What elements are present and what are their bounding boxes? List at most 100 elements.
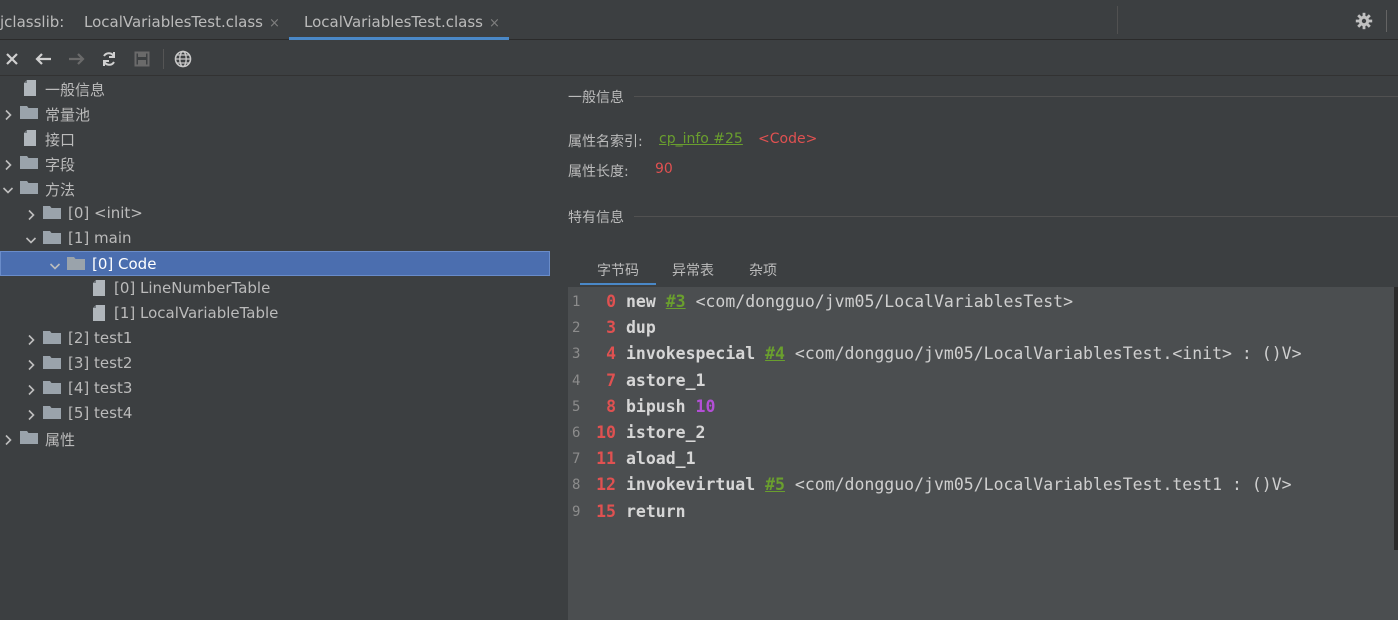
tree-item-0-init[interactable]: [0] <init> — [0, 201, 551, 226]
close-icon[interactable] — [2, 49, 22, 69]
tree-item-label: 字段 — [45, 156, 76, 174]
tree-item-3-test2[interactable]: [3] test2 — [0, 351, 551, 376]
folder-icon — [20, 155, 38, 171]
opcode: aload_1 — [626, 449, 696, 469]
tab-exception-table[interactable]: 异常表 — [672, 255, 714, 285]
bytecode-line: 1 0 new #3 <com/dongguo/jvm05/LocalVariabl… — [568, 289, 1398, 315]
tab-misc[interactable]: 杂项 — [749, 255, 777, 285]
line-number: 8 — [572, 477, 581, 494]
section-divider — [634, 96, 1398, 97]
chevron-right-icon[interactable] — [25, 357, 37, 371]
line-number: 2 — [572, 320, 581, 337]
tree-item-2-test1[interactable]: [2] test1 — [0, 326, 551, 351]
chevron-right-icon[interactable] — [25, 382, 37, 396]
tree-item-常量池[interactable]: 常量池 — [0, 101, 551, 126]
tree-item-label: 常量池 — [45, 106, 91, 124]
folder-icon — [67, 256, 85, 272]
cp-info-link[interactable]: cp_info #25 — [659, 131, 743, 147]
chevron-right-icon[interactable] — [2, 432, 14, 446]
toolbar — [0, 41, 1398, 76]
constant-pool-link[interactable]: #4 — [765, 344, 785, 363]
close-tab-icon[interactable]: × — [489, 16, 500, 31]
bytecode-instruction: istore_2 — [626, 423, 705, 442]
bytecode-instruction: bipush 10 — [626, 397, 715, 416]
tab-class-file-2[interactable]: LocalVariablesTest.class × — [289, 0, 509, 40]
chevron-right-icon[interactable] — [2, 107, 14, 121]
tab-class-file-1[interactable]: LocalVariablesTest.class × — [84, 0, 280, 40]
file-icon — [92, 305, 110, 321]
refresh-icon[interactable] — [99, 49, 119, 69]
opcode: istore_2 — [626, 423, 706, 442]
save-icon[interactable] — [132, 49, 152, 69]
tree-item-label: [2] test1 — [68, 329, 133, 347]
bytecode-instruction: dup — [626, 318, 656, 337]
section-divider — [634, 216, 1398, 217]
tree-item-1-main[interactable]: [1] main — [0, 226, 551, 251]
folder-icon — [43, 405, 61, 421]
bytecode-view[interactable]: 1 0 new #3 <com/dongguo/jvm05/LocalVariabl… — [568, 287, 1398, 620]
chevron-down-icon[interactable] — [2, 182, 14, 194]
constant-reference: <com/dongguo/jvm05/LocalVariablesTest.te… — [794, 475, 1292, 495]
bytecode-instruction: return — [626, 502, 686, 521]
attribute-length-label: 属性长度: — [568, 164, 629, 180]
tree-item-label: [0] LineNumberTable — [114, 279, 271, 297]
gear-icon[interactable] — [1355, 12, 1373, 30]
back-icon[interactable] — [33, 49, 53, 69]
close-tab-icon[interactable]: × — [269, 16, 280, 31]
chevron-right-icon[interactable] — [2, 157, 14, 171]
scrollbar-edge — [1394, 287, 1398, 550]
bytecode-instruction: astore_1 — [626, 371, 705, 390]
opcode: invokespecial — [626, 344, 756, 364]
tree-item-属性[interactable]: 属性 — [0, 426, 551, 451]
constant-reference: <com/dongguo/jvm05/LocalVariablesTest.<i… — [794, 344, 1302, 364]
tree-item-0-code[interactable]: [0] Code — [0, 251, 550, 276]
forward-icon[interactable] — [67, 49, 87, 69]
tree-item-label: [4] test3 — [68, 379, 133, 397]
bytecode-offset: 11 — [596, 449, 616, 469]
tree-item-0-linenumbertable[interactable]: [0] LineNumberTable — [0, 276, 551, 301]
bytecode-line: 8 12 invokevirtual #5 <com/dongguo/jvm05/L… — [568, 472, 1398, 498]
chevron-down-icon[interactable] — [25, 232, 37, 244]
bytecode-line: 5 8 bipush 10 — [568, 394, 1398, 420]
chevron-down-icon[interactable] — [49, 258, 61, 270]
bytecode-line: 4 7 astore_1 — [568, 368, 1398, 394]
bytecode-offset: 15 — [596, 501, 616, 521]
tree-item-4-test3[interactable]: [4] test3 — [0, 376, 551, 401]
chevron-right-icon[interactable] — [25, 207, 37, 221]
tree-item-一般信息[interactable]: 一般信息 — [0, 76, 551, 101]
constant-pool-link[interactable]: #5 — [765, 475, 785, 494]
chevron-right-icon[interactable] — [25, 407, 37, 421]
bytecode-instruction: invokevirtual #5 <com/dongguo/jvm05/Loca… — [626, 475, 1292, 494]
line-number: 6 — [572, 425, 581, 441]
bytecode-line: 6 10 istore_2 — [568, 420, 1398, 446]
bytecode-line: 2 3 dup — [568, 315, 1398, 341]
detail-panel: 一般信息 属性名索引: cp_info #25 <Code> 属性长度: 90 … — [551, 76, 1398, 620]
folder-icon — [43, 380, 61, 396]
line-number: 7 — [572, 451, 581, 468]
toolbar-divider — [163, 49, 164, 69]
bytecode-offset: 7 — [606, 370, 616, 390]
tree-item-label: 接口 — [45, 131, 76, 149]
tree-item-接口[interactable]: 接口 — [0, 126, 551, 151]
tree-item-1-localvariabletable[interactable]: [1] LocalVariableTable — [0, 301, 551, 326]
file-icon — [23, 80, 41, 96]
tree-item-label: 属性 — [45, 431, 76, 449]
line-number: 1 — [572, 294, 581, 310]
tree-item-5-test4[interactable]: [5] test4 — [0, 401, 551, 426]
tab-label: LocalVariablesTest.class — [304, 13, 483, 31]
tab-bytecode[interactable]: 字节码 — [580, 255, 656, 285]
chevron-right-icon[interactable] — [25, 332, 37, 346]
constant-pool-link[interactable]: #3 — [666, 292, 686, 311]
tab-label: LocalVariablesTest.class — [84, 13, 263, 31]
tree-item-方法[interactable]: 方法 — [0, 176, 551, 201]
opcode: return — [626, 501, 686, 521]
attribute-name-index-label: 属性名索引: — [568, 134, 643, 150]
bytecode-instruction: invokespecial #4 <com/dongguo/jvm05/Loca… — [626, 344, 1302, 363]
active-tab-indicator — [289, 37, 509, 40]
file-icon — [23, 130, 41, 146]
tabbar-divider — [1117, 6, 1118, 34]
tree-item-字段[interactable]: 字段 — [0, 151, 551, 176]
web-icon[interactable] — [173, 49, 193, 69]
tab-prefix: jclasslib: — [0, 13, 65, 31]
tabbar-divider — [1386, 10, 1387, 32]
